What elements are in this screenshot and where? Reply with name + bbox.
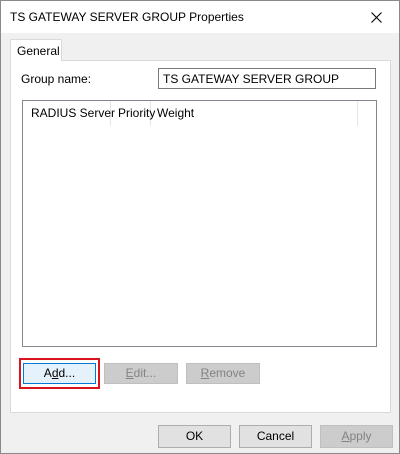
tab-general-label: General: [17, 44, 60, 58]
close-icon: [370, 11, 382, 23]
column-header-weight[interactable]: Weight: [151, 101, 358, 126]
edit-button[interactable]: Edit...: [104, 363, 178, 384]
remove-button[interactable]: Remove: [186, 363, 260, 384]
list-header: RADIUS Server Priority Weight: [23, 101, 376, 126]
properties-dialog: TS GATEWAY SERVER GROUP Properties Gener…: [0, 0, 400, 454]
general-tab-panel: Group name: RADIUS Server Priority Weigh…: [10, 60, 391, 413]
apply-button[interactable]: Apply: [320, 425, 393, 448]
cancel-button[interactable]: Cancel: [239, 425, 312, 448]
add-button[interactable]: Add...: [23, 363, 96, 384]
column-header-radius-server[interactable]: RADIUS Server: [23, 101, 115, 126]
group-name-input[interactable]: [158, 68, 376, 89]
close-button[interactable]: [353, 1, 399, 33]
column-header-priority[interactable]: Priority: [111, 101, 155, 126]
group-name-label: Group name:: [21, 72, 92, 86]
ok-button[interactable]: OK: [158, 425, 231, 448]
window-title: TS GATEWAY SERVER GROUP Properties: [10, 10, 244, 24]
radius-server-list[interactable]: RADIUS Server Priority Weight: [22, 100, 377, 347]
tab-general[interactable]: General: [10, 39, 62, 61]
title-bar: TS GATEWAY SERVER GROUP Properties: [1, 1, 399, 33]
